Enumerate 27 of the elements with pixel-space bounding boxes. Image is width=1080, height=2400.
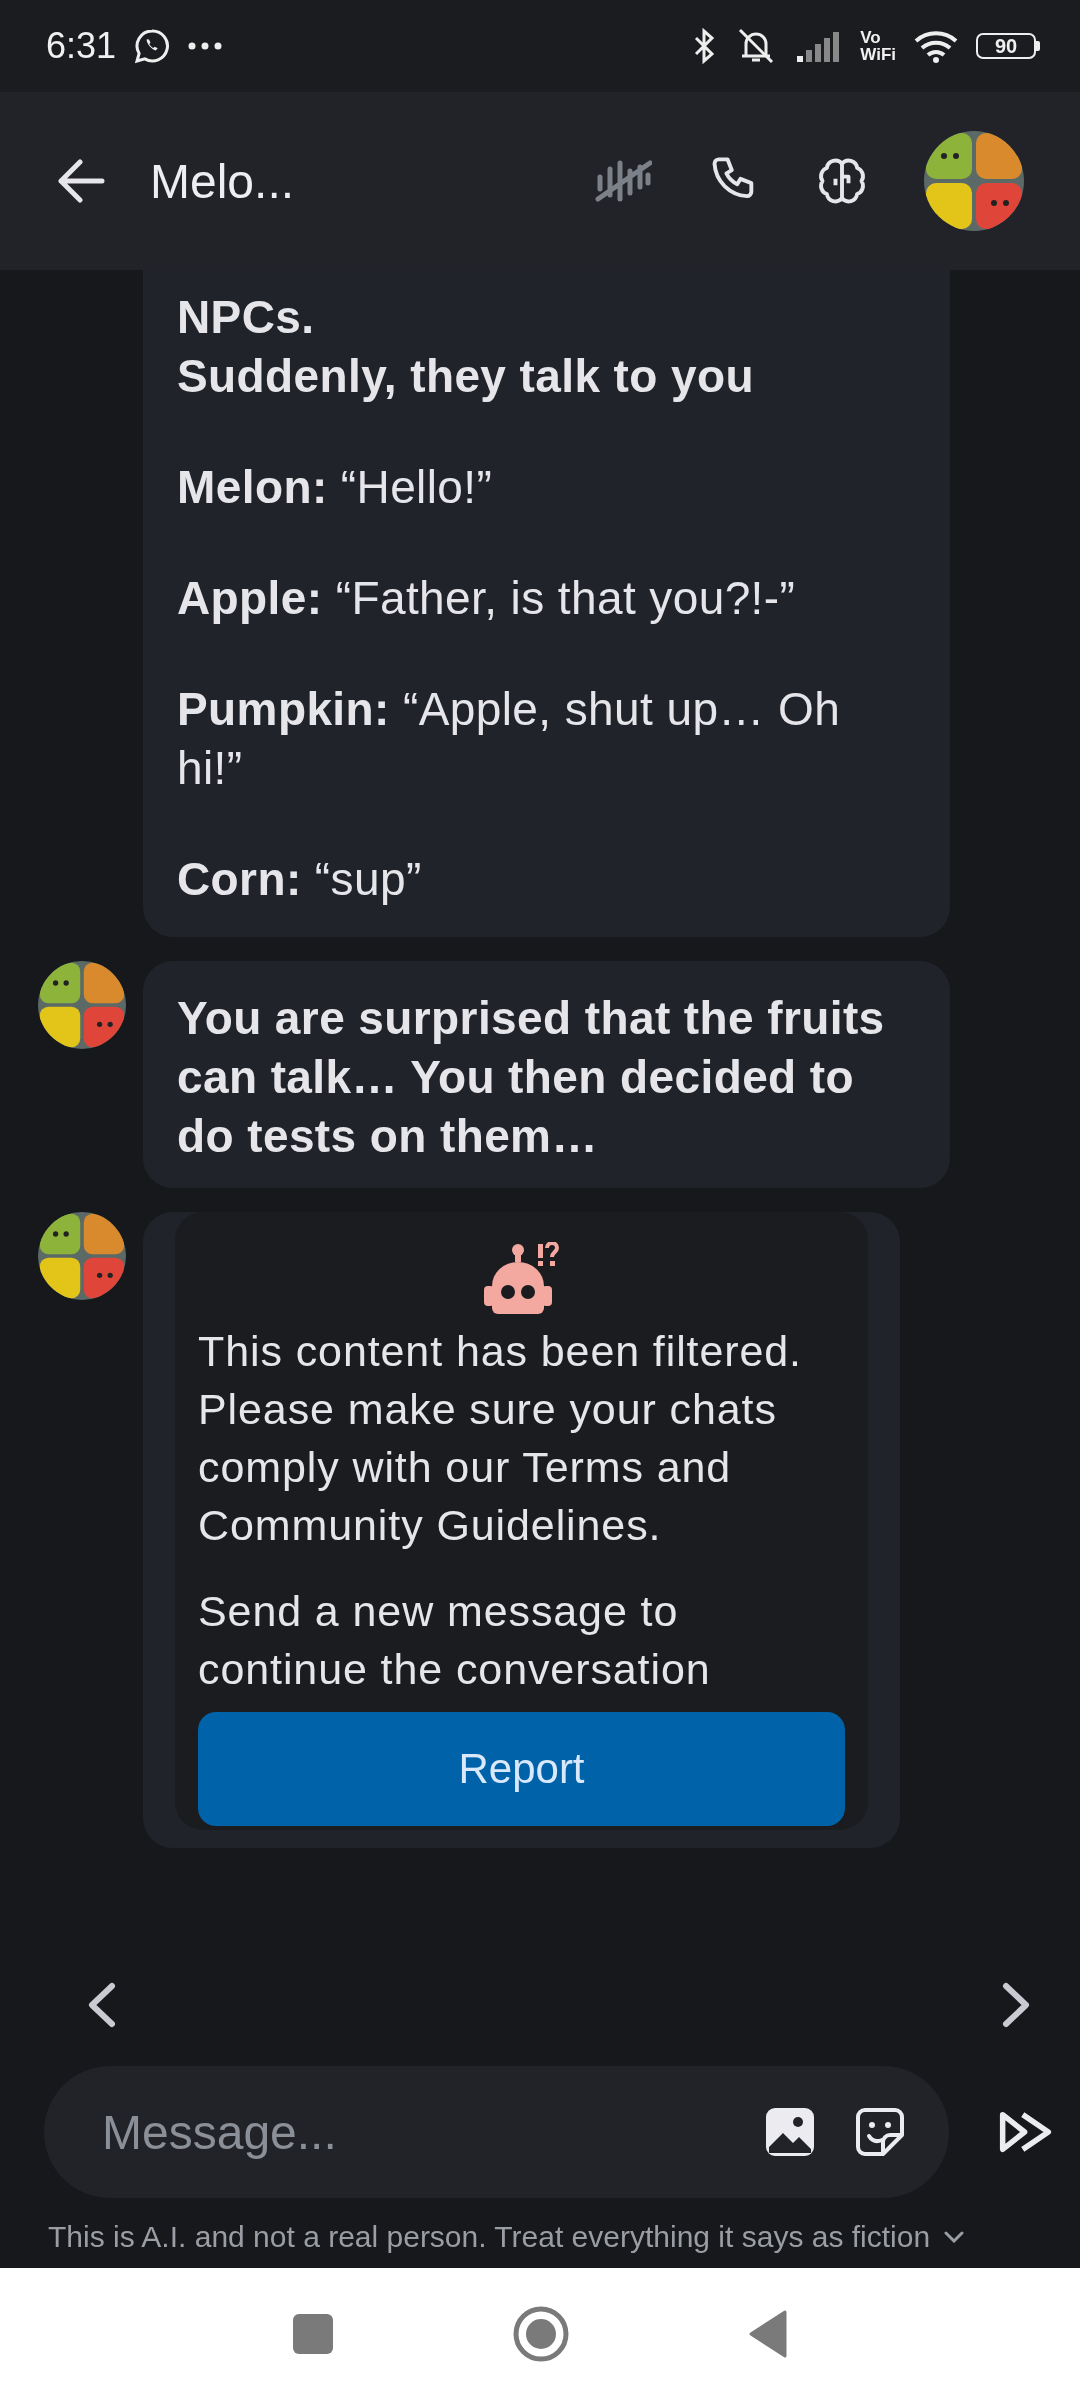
message-text: Apple: “Father, is that you?!-” [177, 571, 797, 626]
bluetooth-icon [692, 28, 717, 64]
back-arrow-icon[interactable] [56, 159, 106, 203]
vowifi-label: Vo WiFi [860, 29, 896, 63]
filtered-notice-text: Send a new message to continue the conversation [198, 1586, 712, 1695]
chat-title: Melo... [150, 153, 296, 209]
message-composer[interactable]: Message... [44, 2066, 949, 2198]
back-button-icon[interactable] [749, 2310, 787, 2358]
battery-icon: 90 [976, 33, 1036, 59]
image-icon[interactable] [765, 2107, 815, 2157]
home-button-icon[interactable] [513, 2306, 569, 2362]
chat-bubble-icon [134, 28, 171, 64]
disclaimer-text: This is A.I. and not a real person. Treat everything it says as fiction [48, 2220, 931, 2254]
message-text: Pumpkin: “Apple, shut up… Oh hi!” [177, 682, 842, 796]
message-text: You are surprised that the fruits can talk… You then decided to do tests on them… [177, 991, 886, 1164]
more-icon [188, 42, 223, 50]
clock: 6:31 [46, 25, 117, 67]
sticker-icon[interactable] [855, 2107, 905, 2157]
message-text: Melon: “Hello!” [177, 460, 494, 515]
message-text: NPCs. Suddenly, they talk to you [177, 290, 755, 404]
message-text: Corn: “sup” [177, 852, 423, 907]
wifi-icon [914, 29, 958, 63]
filtered-notice-text: This content has been filtered. Please make sure your chats comply with our Terms and Community Guidelines. [198, 1326, 803, 1551]
send-icon[interactable] [999, 2109, 1052, 2155]
message-input-field[interactable]: Message... [100, 2103, 725, 2161]
report-button[interactable]: Report [198, 1712, 845, 1826]
chevron-down-icon[interactable] [944, 2231, 965, 2243]
